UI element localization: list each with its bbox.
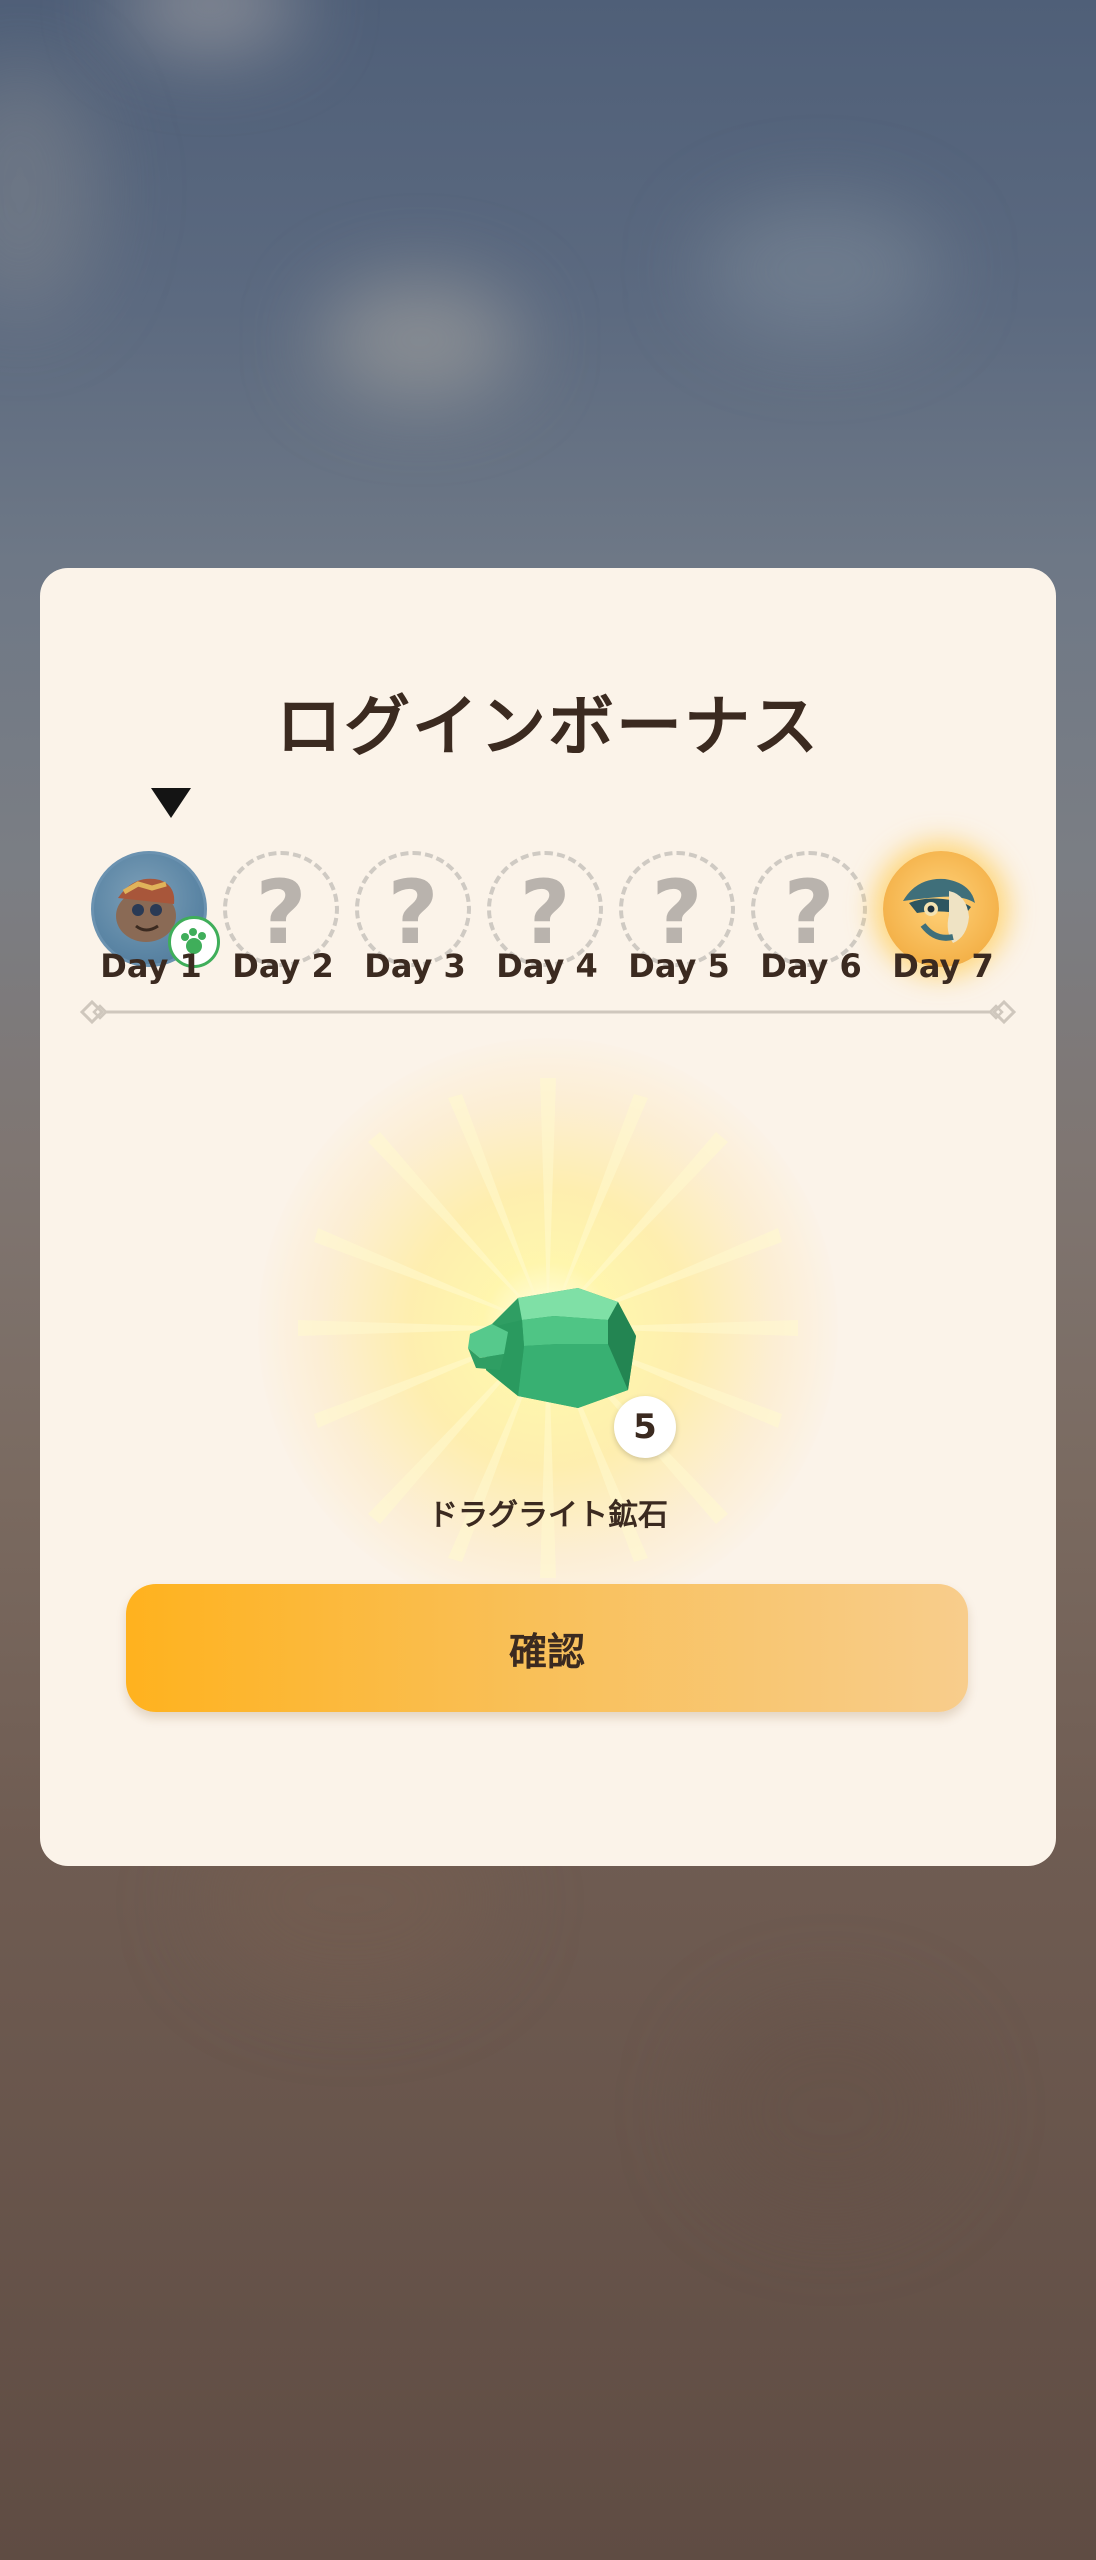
green-ore-icon (468, 1288, 636, 1408)
section-divider (80, 999, 1016, 1025)
current-day-pointer-icon (151, 788, 191, 818)
day-5-slot: ? Day 5 (619, 851, 739, 991)
question-mark-icon: ? (783, 861, 835, 964)
reward-count-badge: 5 (614, 1396, 676, 1458)
background-blur (320, 280, 520, 400)
day-track: Day 1 ? Day 2 ? Day 3 ? Day 4 ? Day 5 ? … (40, 788, 1056, 985)
background-blur (700, 2000, 960, 2220)
dialog-title: ログインボーナス (276, 688, 820, 765)
login-bonus-screen: ログインボーナス Day 1 ? Day 2 ? Day 3 ? Day 4 ?… (0, 0, 1096, 2560)
reward-item-name: ドラグライト鉱石 (428, 1498, 668, 1533)
day-1-slot: Day 1 (91, 851, 220, 991)
reward-display: 5 ドラグライト鉱石 (258, 1038, 838, 1618)
question-mark-icon: ? (387, 861, 439, 964)
question-mark-icon: ? (651, 861, 703, 964)
day-2-slot: ? Day 2 (223, 851, 343, 991)
login-bonus-dialog: ログインボーナス Day 1 ? Day 2 ? Day 3 ? Day 4 ?… (40, 568, 1056, 1866)
confirm-button[interactable]: 確認 (126, 1584, 968, 1712)
day-label: Day 7 (892, 947, 994, 985)
day-4-slot: ? Day 4 (487, 851, 607, 991)
question-mark-icon: ? (519, 861, 571, 964)
day-7-slot: Day 7 (883, 851, 1003, 991)
question-mark-icon: ? (255, 861, 307, 964)
day-3-slot: ? Day 3 (355, 851, 475, 991)
day-6-slot: ? Day 6 (751, 851, 871, 991)
background-blur (700, 200, 940, 340)
background-blur (0, 60, 100, 320)
background-blur (120, 0, 300, 50)
